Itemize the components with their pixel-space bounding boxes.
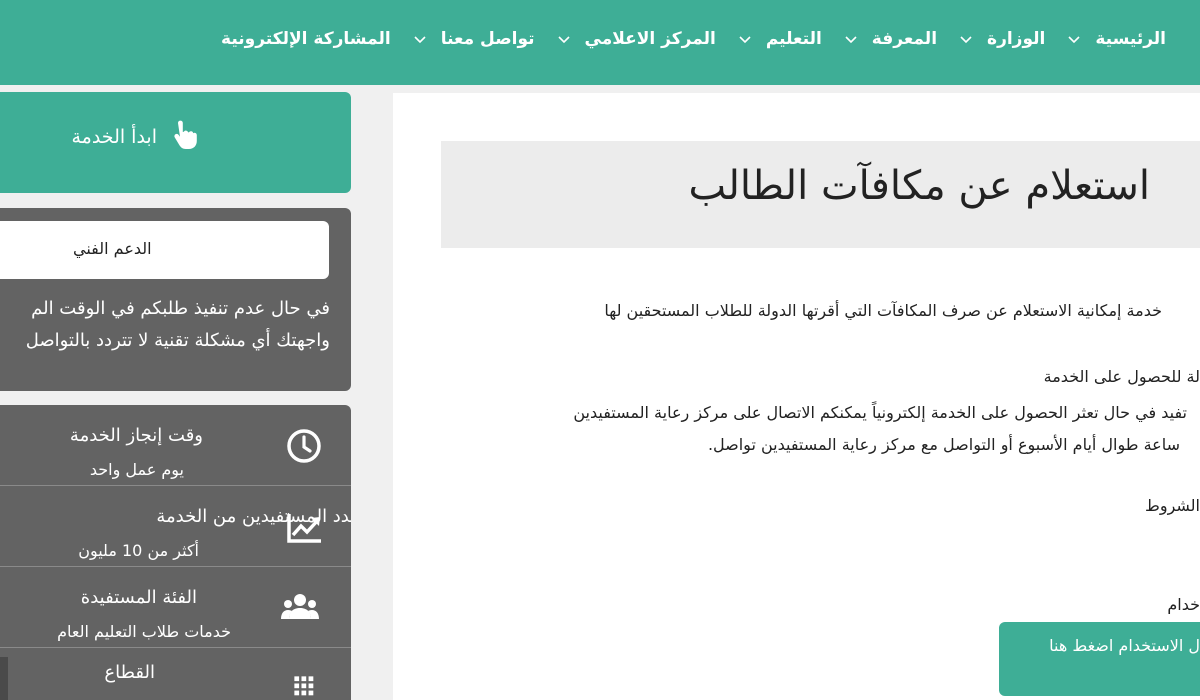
info-title: القطاع xyxy=(104,662,155,683)
hand-pointer-icon xyxy=(174,120,197,149)
nav-item-media-center[interactable]: المركز الاعلامي xyxy=(585,27,766,51)
usage-guide-label: ل الاستخدام اضغط هنا xyxy=(1049,636,1200,655)
info-title: وقت إنجاز الخدمة xyxy=(69,425,203,446)
technical-support-button[interactable]: الدعم الفني xyxy=(0,221,329,279)
info-value: يوم عمل واحد xyxy=(89,460,184,479)
technical-support-panel: الدعم الفني في حال عدم تنفيذ طلبكم في ال… xyxy=(0,208,351,391)
users-icon xyxy=(281,594,319,619)
nav-item-label: الوزارة xyxy=(987,29,1046,49)
technical-support-label: الدعم الفني xyxy=(73,239,152,258)
nav-item-knowledge[interactable]: المعرفة xyxy=(872,27,987,51)
grid-icon xyxy=(294,676,314,696)
nav-item-home[interactable]: الرئيسية xyxy=(1095,27,1166,51)
chevron-down-icon xyxy=(557,32,571,46)
info-row-sector: القطاع xyxy=(0,648,351,700)
nav-item-education[interactable]: التعليم xyxy=(766,27,872,51)
nav-item-label: المركز الاعلامي xyxy=(584,29,716,49)
nav-item-label: المعرفة xyxy=(871,29,938,49)
chevron-down-icon xyxy=(844,32,858,46)
page-title-box: استعلام عن مكافآت الطالب xyxy=(441,141,1200,248)
start-service-label: ابدأ الخدمة xyxy=(71,126,157,148)
section-heading-conditions: الشروط xyxy=(1145,496,1200,515)
nav-item-label: التعليم xyxy=(765,29,822,49)
section-heading-steps: لة للحصول على الخدمة xyxy=(1043,367,1200,386)
info-row-completion-time: وقت إنجاز الخدمة يوم عمل واحد xyxy=(0,405,351,486)
nav-item-label: المشاركة الإلكترونية xyxy=(221,29,391,49)
service-description: خدمة إمكانية الاستعلام عن صرف المكافآت ا… xyxy=(604,301,1162,320)
support-text-line1: في حال عدم تنفيذ طلبكم في الوقت الم xyxy=(31,298,330,319)
top-navigation-bar: الرئيسية الوزارة المعرفة التعليم المركز … xyxy=(0,0,1200,85)
start-service-button[interactable]: ابدأ الخدمة xyxy=(0,92,351,193)
info-title: الفئة المستفيدة xyxy=(80,587,197,608)
chevron-down-icon xyxy=(738,32,752,46)
main-nav: الرئيسية الوزارة المعرفة التعليم المركز … xyxy=(221,27,1166,51)
chevron-down-icon xyxy=(1067,32,1081,46)
chevron-down-icon xyxy=(413,32,427,46)
page-title: استعلام عن مكافآت الطالب xyxy=(688,163,1150,209)
nav-item-label: تواصل معنا xyxy=(440,29,535,49)
service-note-line1: تفيد في حال تعثر الحصول على الخدمة إلكتر… xyxy=(573,403,1187,422)
main-content-card: استعلام عن مكافآت الطالب خدمة إمكانية ال… xyxy=(393,93,1200,700)
window-edge xyxy=(0,657,8,700)
support-text-line2: واجهتك أي مشكلة تقنية لا تتردد بالتواصل xyxy=(25,330,330,351)
info-row-beneficiaries-count: عدد المستفيدين من الخدمة أكثر من 10 مليو… xyxy=(0,486,351,567)
usage-guide-button[interactable]: ل الاستخدام اضغط هنا xyxy=(999,622,1200,696)
service-note-line2: ساعة طوال أيام الأسبوع أو التواصل مع مرك… xyxy=(707,435,1180,454)
info-row-target-group: الفئة المستفيدة خدمات طلاب التعليم العام xyxy=(0,567,351,648)
nav-item-e-participation[interactable]: المشاركة الإلكترونية xyxy=(221,27,441,51)
nav-item-label: الرئيسية xyxy=(1095,29,1166,49)
clock-icon xyxy=(287,429,321,463)
nav-item-ministry[interactable]: الوزارة xyxy=(987,27,1095,51)
service-info-panel: وقت إنجاز الخدمة يوم عمل واحد عدد المستف… xyxy=(0,405,351,700)
section-heading-usage: خدام xyxy=(1167,595,1200,614)
info-value: خدمات طلاب التعليم العام xyxy=(57,622,231,641)
chart-trend-icon xyxy=(287,514,321,543)
chevron-down-icon xyxy=(959,32,973,46)
info-value: أكثر من 10 مليون xyxy=(78,541,199,560)
nav-item-contact[interactable]: تواصل معنا xyxy=(441,27,585,51)
